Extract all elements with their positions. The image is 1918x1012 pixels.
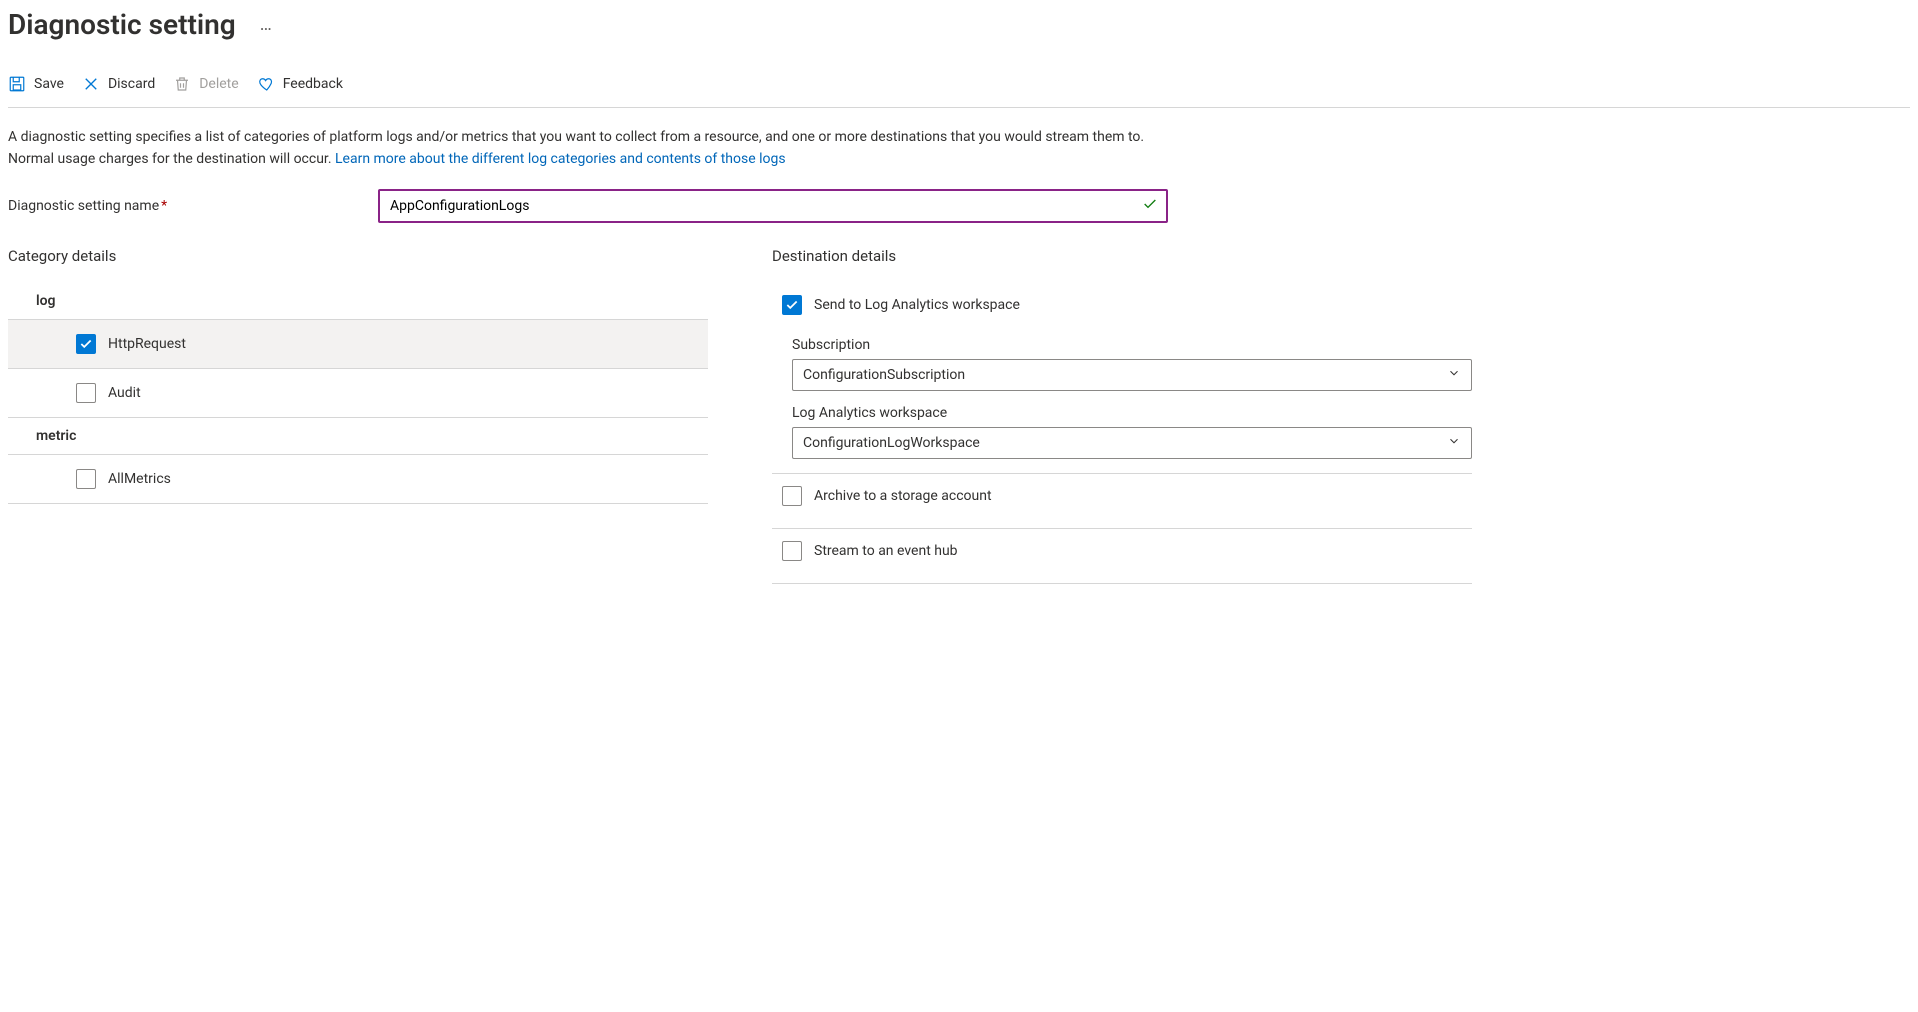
delete-label: Delete	[199, 76, 238, 92]
chevron-down-icon	[1447, 366, 1461, 384]
destination-column: Destination details Send to Log Analytic…	[772, 247, 1472, 584]
metric-allmetrics-label: AllMetrics	[108, 471, 171, 487]
metric-section-heading: metric	[8, 418, 708, 455]
dest-storage-group: Archive to a storage account	[772, 474, 1472, 529]
feedback-button[interactable]: Feedback	[257, 75, 343, 93]
subscription-select[interactable]: ConfigurationSubscription	[792, 359, 1472, 391]
page-header: Diagnostic setting …	[8, 8, 1910, 41]
required-asterisk: *	[161, 198, 167, 214]
dest-eventhub-checkbox[interactable]	[782, 541, 802, 561]
dest-eventhub-group: Stream to an event hub	[772, 529, 1472, 584]
dest-eventhub-row[interactable]: Stream to an event hub	[782, 541, 1472, 569]
workspace-select[interactable]: ConfigurationLogWorkspace	[792, 427, 1472, 459]
page-title: Diagnostic setting	[8, 8, 236, 41]
name-field-label: Diagnostic setting name*	[8, 198, 378, 214]
category-title: Category details	[8, 247, 708, 265]
delete-button: Delete	[173, 75, 238, 93]
name-input[interactable]	[380, 191, 1166, 221]
log-audit-label: Audit	[108, 385, 141, 401]
workspace-value: ConfigurationLogWorkspace	[803, 435, 980, 451]
checkmark-icon	[1142, 196, 1158, 216]
log-section-heading: log	[8, 283, 708, 320]
log-httprequest-row[interactable]: HttpRequest	[8, 320, 708, 369]
name-input-wrap	[378, 189, 1168, 223]
save-button[interactable]: Save	[8, 75, 64, 93]
dest-storage-row[interactable]: Archive to a storage account	[782, 486, 1472, 514]
subscription-value: ConfigurationSubscription	[803, 367, 965, 383]
log-httprequest-checkbox[interactable]	[76, 334, 96, 354]
log-httprequest-label: HttpRequest	[108, 336, 186, 352]
heart-icon	[257, 75, 275, 93]
chevron-down-icon	[1447, 434, 1461, 452]
dest-storage-checkbox[interactable]	[782, 486, 802, 506]
learn-more-link[interactable]: Learn more about the different log categ…	[335, 151, 786, 167]
dest-eventhub-label: Stream to an event hub	[814, 543, 958, 559]
dest-log-analytics-checkbox[interactable]	[782, 295, 802, 315]
subscription-label: Subscription	[792, 337, 1472, 353]
dest-log-analytics-group: Send to Log Analytics workspace Subscrip…	[772, 283, 1472, 474]
feedback-label: Feedback	[283, 76, 343, 92]
save-icon	[8, 75, 26, 93]
dest-log-analytics-row[interactable]: Send to Log Analytics workspace	[782, 295, 1472, 323]
log-audit-checkbox[interactable]	[76, 383, 96, 403]
command-bar: Save Discard Delete Feedback	[8, 69, 1910, 108]
discard-label: Discard	[108, 76, 155, 92]
trash-icon	[173, 75, 191, 93]
description-text: A diagnostic setting specifies a list of…	[8, 126, 1168, 171]
close-icon	[82, 75, 100, 93]
dest-log-analytics-label: Send to Log Analytics workspace	[814, 297, 1020, 313]
workspace-label: Log Analytics workspace	[792, 405, 1472, 421]
name-field-row: Diagnostic setting name*	[8, 189, 1910, 223]
destination-title: Destination details	[772, 247, 1472, 265]
dest-storage-label: Archive to a storage account	[814, 488, 992, 504]
save-label: Save	[34, 76, 64, 92]
metric-allmetrics-checkbox[interactable]	[76, 469, 96, 489]
category-column: Category details log HttpRequest Audit m…	[8, 247, 708, 584]
metric-allmetrics-row[interactable]: AllMetrics	[8, 455, 708, 504]
log-audit-row[interactable]: Audit	[8, 369, 708, 418]
more-actions-button[interactable]: …	[256, 14, 278, 35]
discard-button[interactable]: Discard	[82, 75, 155, 93]
